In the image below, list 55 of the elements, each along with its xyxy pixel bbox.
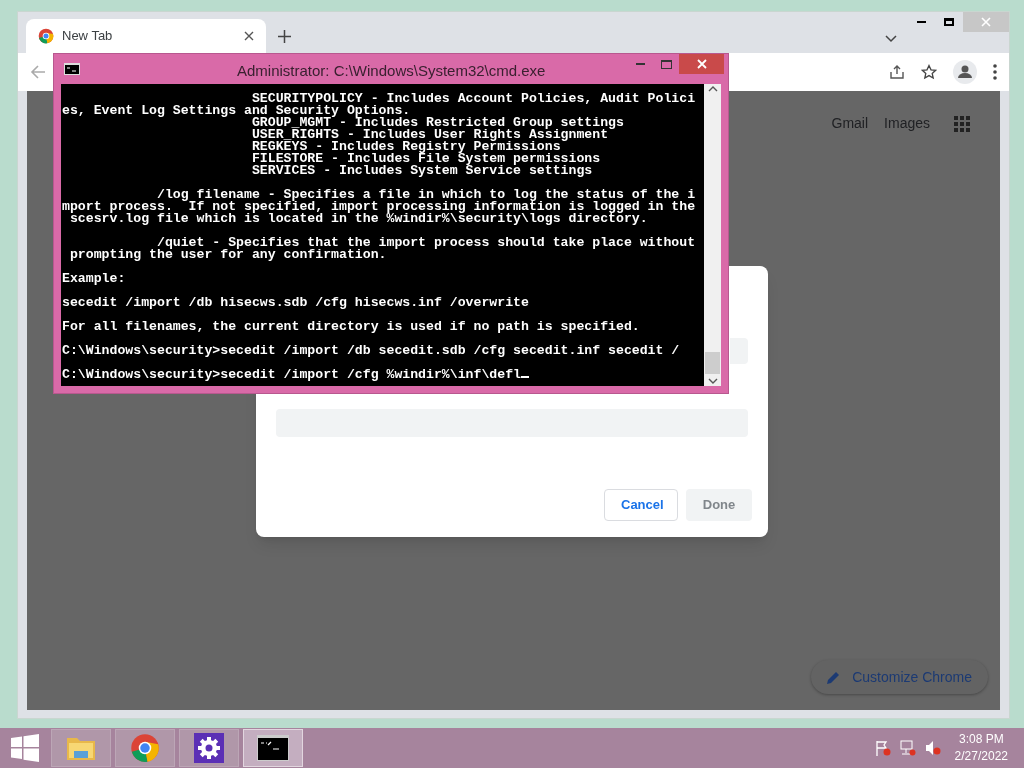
window-title: Administrator: C:\Windows\System32\cmd.exe <box>237 61 546 81</box>
scrollbar-thumb[interactable] <box>705 352 720 374</box>
console-line: FILESTORE - Includes File System permissions <box>250 153 601 165</box>
taskbar-button[interactable] <box>179 729 239 767</box>
menu-icon[interactable] <box>993 64 997 80</box>
chrome-logo-icon <box>38 28 54 44</box>
pencil-icon <box>827 670 841 684</box>
share-icon[interactable] <box>889 64 905 80</box>
console-line: secedit /import /db hisecws.sdb /cfg hisecws.inf /overwrite <box>62 297 529 309</box>
console-line: Example: <box>62 273 126 285</box>
input-field[interactable] <box>730 338 748 364</box>
dialog-button[interactable]: Cancel <box>604 489 678 521</box>
header-link[interactable]: Gmail <box>831 113 869 134</box>
console-line: USER_RIGHTS - Includes User Rights Assignment <box>250 129 609 141</box>
console-line: SERVICES - Includes System Service settings <box>250 165 593 177</box>
browser-tab[interactable]: New Tab <box>26 19 266 53</box>
console-line: es, Event Log Settings and Security Options. <box>62 105 411 117</box>
star-icon[interactable] <box>921 64 937 80</box>
close-icon <box>696 59 707 69</box>
back-arrow-icon[interactable] <box>30 64 46 80</box>
windows-logo-icon[interactable] <box>11 734 39 762</box>
header-link[interactable]: Images <box>884 113 930 134</box>
scrollbar[interactable] <box>704 84 721 386</box>
console-line: C:\Windows\security>secedit /import /db secedit.sdb /cfg secedit.inf secedit / <box>62 345 680 357</box>
network-icon[interactable] <box>899 740 916 756</box>
clock-date[interactable]: 2/27/2022 <box>954 748 1008 765</box>
plus-icon[interactable] <box>278 30 291 43</box>
console-line: mport process. If not specified, import processing information is logged in the <box>62 201 696 213</box>
close-icon <box>981 17 991 27</box>
flag-icon[interactable] <box>874 740 891 756</box>
speaker-icon[interactable] <box>924 740 941 756</box>
console-icon <box>64 63 80 75</box>
console-line: scesrv.log file which is located in the %windir%\security\logs directory. <box>69 213 648 225</box>
console-line: /log filename - Specifies a file in which to log the status of the i <box>155 189 696 201</box>
chevron-up-icon[interactable] <box>707 86 718 92</box>
console-line: SECURITYPOLICY - Includes Account Policies, Audit Polici <box>251 93 696 105</box>
clock-time[interactable]: 3:08 PM <box>958 731 1004 748</box>
customize-chrome-button[interactable]: Customize Chrome <box>811 660 988 694</box>
console-line: C:\Windows\security>secedit /import /cfg %windir%\inf\defl <box>62 369 529 381</box>
chevron-down-icon[interactable] <box>885 35 897 43</box>
tab-title: New Tab <box>62 27 114 46</box>
console-icon <box>257 735 289 761</box>
chrome-logo-icon <box>130 733 160 763</box>
console-line: For all filenames, the current directory is used if no path is specified. <box>62 321 640 333</box>
chevron-down-icon[interactable] <box>707 378 718 384</box>
console-line: GROUP_MGMT - Includes Restricted Group settings <box>250 117 624 129</box>
close-button[interactable] <box>679 54 724 74</box>
console-line: REGKEYS - Includes Registry Permissions <box>250 141 561 153</box>
console-line: /quiet - Specifies that the import process should take place without <box>156 237 696 249</box>
apps-grid-icon[interactable] <box>954 115 970 132</box>
gear-icon <box>194 733 224 763</box>
taskbar-button[interactable] <box>243 729 303 767</box>
console-line: prompting the user for any confirmation. <box>68 249 387 261</box>
profile-icon[interactable] <box>953 60 977 84</box>
close-icon[interactable] <box>244 31 254 41</box>
